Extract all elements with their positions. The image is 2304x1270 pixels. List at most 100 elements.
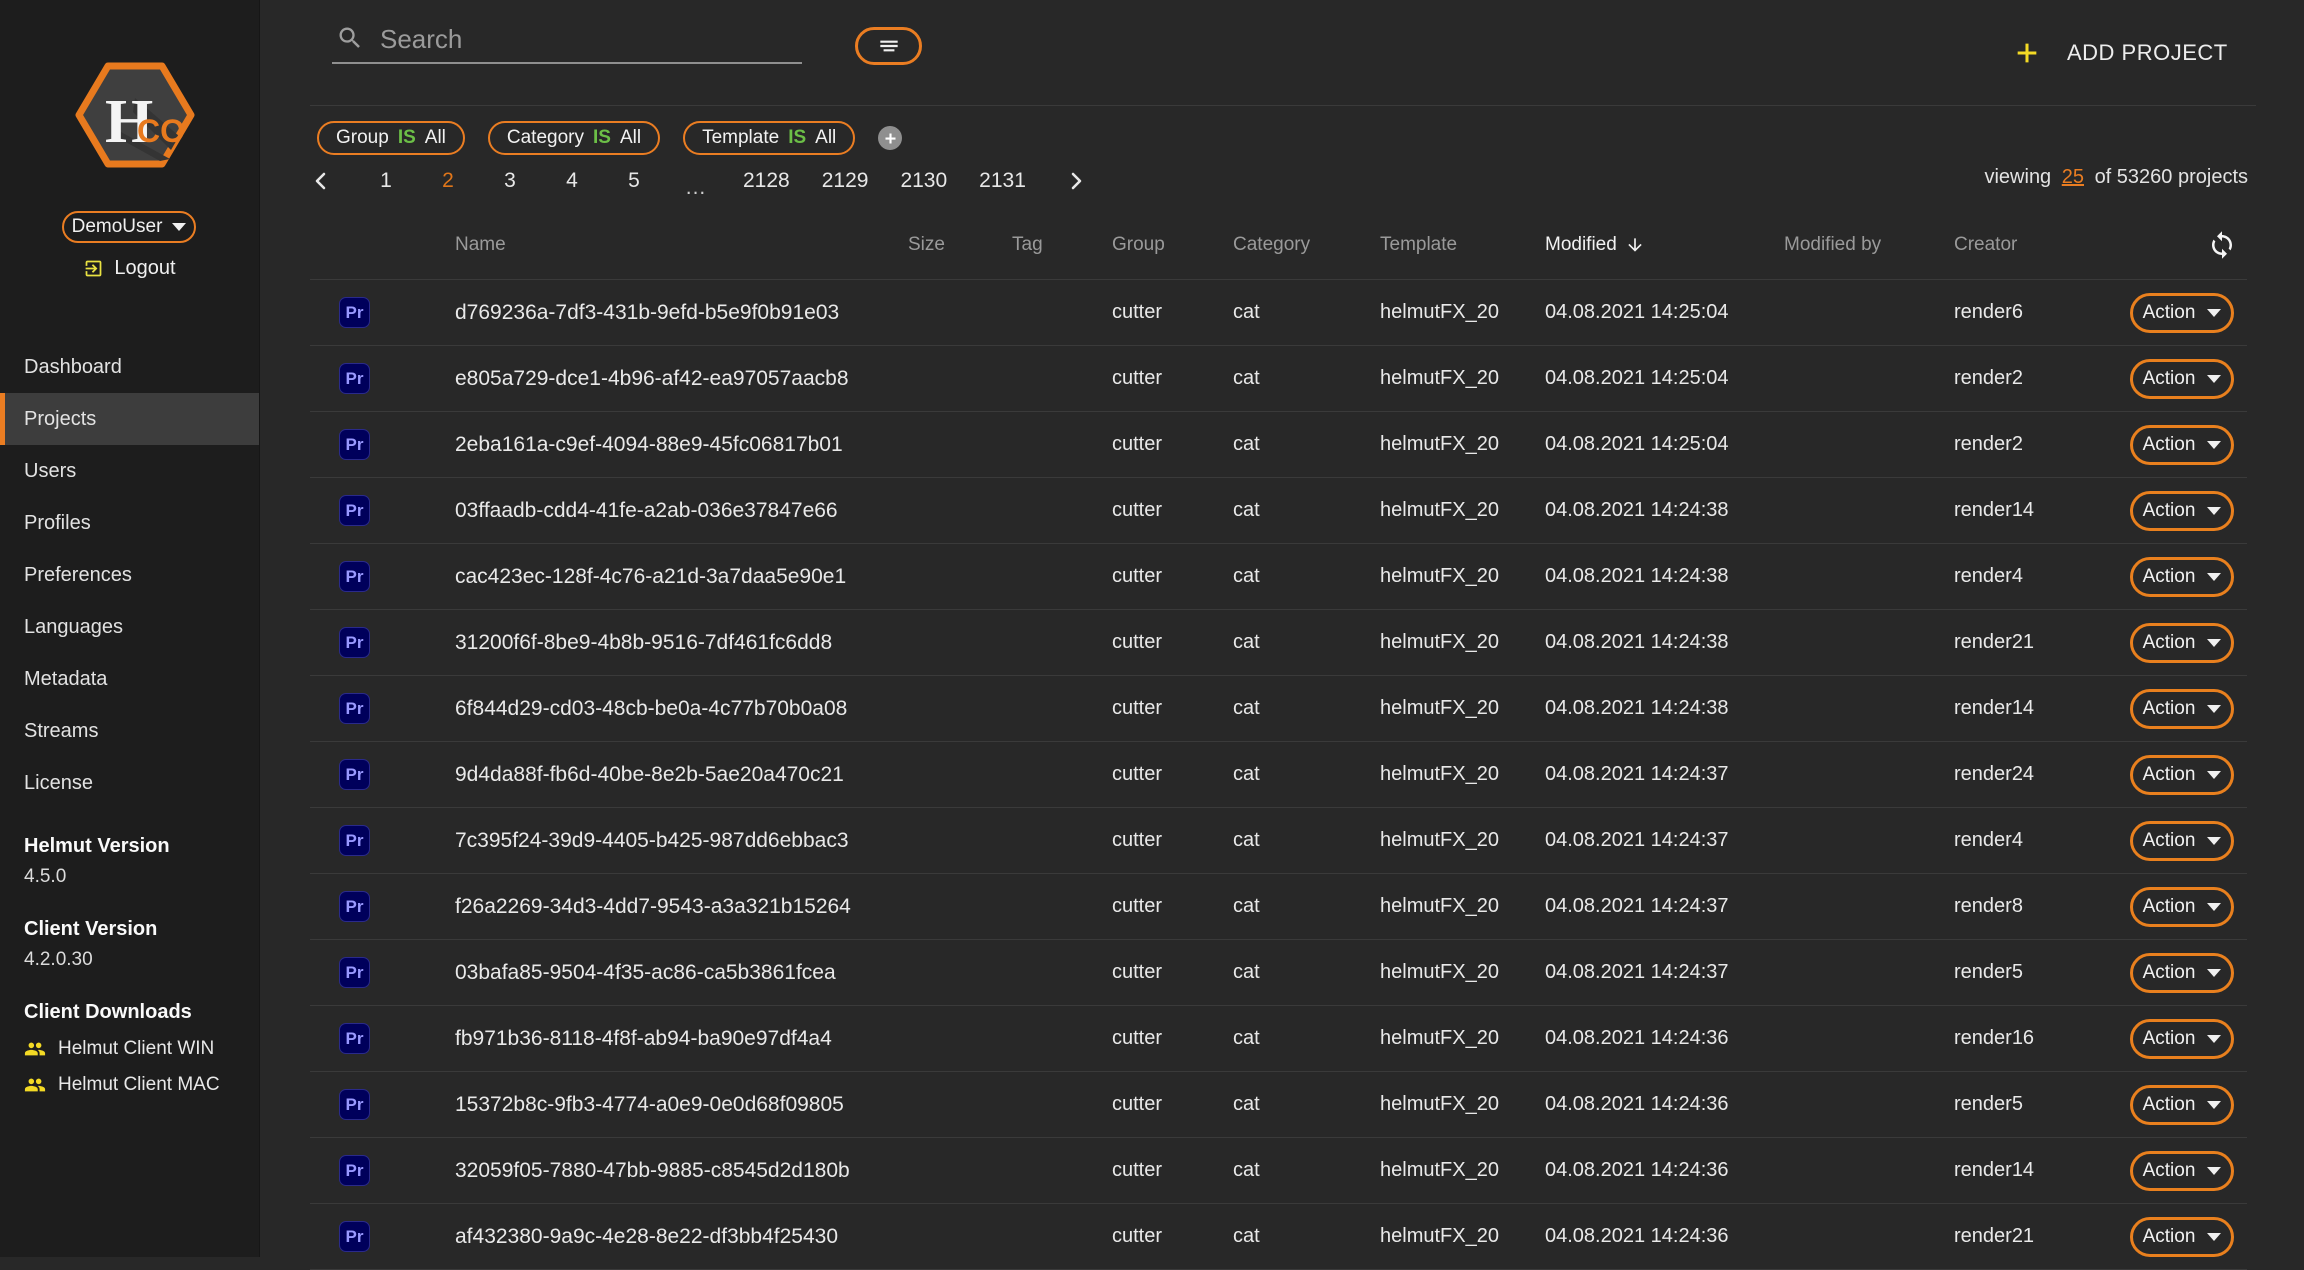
project-category-cell: cat	[1233, 1027, 1380, 1050]
add-project-button[interactable]: ADD PROJECT	[2013, 30, 2228, 76]
sidebar-nav-item[interactable]: Streams	[0, 705, 259, 757]
page-number[interactable]: 3	[487, 169, 533, 193]
project-category-cell: cat	[1233, 367, 1380, 390]
page-number[interactable]: 2130	[892, 169, 955, 193]
add-filter-button[interactable]	[878, 126, 902, 150]
action-button[interactable]: Action	[2130, 557, 2234, 597]
sidebar-nav-item[interactable]: Projects	[0, 393, 259, 445]
svg-text:CO: CO	[137, 113, 185, 149]
project-group-cell: cutter	[1112, 1093, 1233, 1116]
project-row[interactable]: Pr 2eba161a-c9ef-4094-88e9-45fc06817b01 …	[310, 412, 2247, 478]
page-number[interactable]: 2	[425, 169, 471, 193]
filter-chip[interactable]: Category IS All	[488, 121, 660, 155]
user-menu-button[interactable]: DemoUser	[62, 211, 196, 243]
project-category-cell: cat	[1233, 631, 1380, 654]
action-button[interactable]: Action	[2130, 1019, 2234, 1059]
chevron-down-icon	[2207, 1101, 2221, 1109]
action-button[interactable]: Action	[2130, 689, 2234, 729]
page-next-button[interactable]	[1060, 164, 1094, 198]
premiere-pr-label: Pr	[346, 1227, 364, 1247]
page-number[interactable]: 2129	[814, 169, 877, 193]
project-template-cell: helmutFX_20	[1380, 1225, 1545, 1248]
action-button[interactable]: Action	[2130, 623, 2234, 663]
action-button[interactable]: Action	[2130, 821, 2234, 861]
project-row[interactable]: Pr 03ffaadb-cdd4-41fe-a2ab-036e37847e66 …	[310, 478, 2247, 544]
refresh-button[interactable]	[2207, 230, 2237, 260]
sidebar-nav-item[interactable]: Preferences	[0, 549, 259, 601]
filter-chip[interactable]: Group IS All	[317, 121, 465, 155]
header-modified-by[interactable]: Modified by	[1784, 234, 1954, 256]
project-modified-cell: 04.08.2021 14:24:37	[1545, 895, 1784, 918]
add-project-label: ADD PROJECT	[2067, 40, 2228, 66]
action-button-label: Action	[2143, 500, 2196, 522]
project-template-cell: helmutFX_20	[1380, 829, 1545, 852]
sidebar-nav-item[interactable]: Metadata	[0, 653, 259, 705]
project-row[interactable]: Pr 9d4da88f-fb6d-40be-8e2b-5ae20a470c21 …	[310, 742, 2247, 808]
logout-button[interactable]: Logout	[0, 252, 259, 284]
action-button[interactable]: Action	[2130, 755, 2234, 795]
page-number[interactable]: 1	[363, 169, 409, 193]
people-icon	[24, 1038, 46, 1060]
sidebar-nav-item[interactable]: Profiles	[0, 497, 259, 549]
viewing-count-link[interactable]: 25	[2062, 166, 2084, 188]
project-name-cell: af432380-9a9c-4e28-8e22-df3bb4f25430	[455, 1225, 908, 1249]
project-type-cell: Pr	[310, 627, 455, 658]
project-template-cell: helmutFX_20	[1380, 565, 1545, 588]
sidebar-nav-item[interactable]: Dashboard	[0, 341, 259, 393]
project-action-cell: Action	[2130, 755, 2247, 795]
page-number[interactable]: 5	[611, 169, 657, 193]
action-button[interactable]: Action	[2130, 425, 2234, 465]
sidebar-nav-item[interactable]: License	[0, 757, 259, 809]
project-row[interactable]: Pr 31200f6f-8be9-4b8b-9516-7df461fc6dd8 …	[310, 610, 2247, 676]
project-creator-cell: render16	[1954, 1027, 2130, 1050]
header-group[interactable]: Group	[1112, 234, 1233, 256]
header-tag[interactable]: Tag	[1012, 234, 1112, 256]
project-row[interactable]: Pr 32059f05-7880-47bb-9885-c8545d2d180b …	[310, 1138, 2247, 1204]
action-button[interactable]: Action	[2130, 293, 2234, 333]
project-group-cell: cutter	[1112, 301, 1233, 324]
page-number[interactable]: 4	[549, 169, 595, 193]
filter-toggle-button[interactable]	[855, 27, 922, 65]
project-row[interactable]: Pr 03bafa85-9504-4f35-ac86-ca5b3861fcea …	[310, 940, 2247, 1006]
action-button-label: Action	[2143, 1160, 2196, 1182]
client-download-link[interactable]: Helmut Client MAC	[24, 1074, 244, 1096]
chevron-down-icon	[2207, 639, 2221, 647]
project-row[interactable]: Pr e805a729-dce1-4b96-af42-ea97057aacb8 …	[310, 346, 2247, 412]
sidebar-nav-item-label: License	[24, 772, 93, 795]
page-prev-button[interactable]	[303, 164, 337, 198]
action-button[interactable]: Action	[2130, 359, 2234, 399]
project-group-cell: cutter	[1112, 565, 1233, 588]
header-template[interactable]: Template	[1380, 234, 1545, 256]
filter-chip-field: Category	[507, 127, 584, 149]
action-button[interactable]: Action	[2130, 1151, 2234, 1191]
project-row[interactable]: Pr f26a2269-34d3-4dd7-9543-a3a321b15264 …	[310, 874, 2247, 940]
sidebar-nav-item[interactable]: Users	[0, 445, 259, 497]
project-row[interactable]: Pr cac423ec-128f-4c76-a21d-3a7daa5e90e1 …	[310, 544, 2247, 610]
project-row[interactable]: Pr 7c395f24-39d9-4405-b425-987dd6ebbac3 …	[310, 808, 2247, 874]
page-number[interactable]: 2128	[735, 169, 798, 193]
header-modified[interactable]: Modified	[1545, 234, 1784, 256]
project-row[interactable]: Pr af432380-9a9c-4e28-8e22-df3bb4f25430 …	[310, 1204, 2247, 1270]
project-row[interactable]: Pr d769236a-7df3-431b-9efd-b5e9f0b91e03 …	[310, 280, 2247, 346]
search-input[interactable]	[378, 18, 802, 60]
action-button[interactable]: Action	[2130, 1217, 2234, 1257]
premiere-pr-badge: Pr	[339, 759, 370, 790]
filter-chip[interactable]: Template IS All	[683, 121, 855, 155]
header-creator[interactable]: Creator	[1954, 234, 2130, 256]
project-row[interactable]: Pr fb971b36-8118-4f8f-ab94-ba90e97df4a4 …	[310, 1006, 2247, 1072]
header-category[interactable]: Category	[1233, 234, 1380, 256]
viewing-summary: viewing 25 of 53260 projects	[1984, 166, 2248, 189]
header-name[interactable]: Name	[455, 234, 908, 256]
action-button[interactable]: Action	[2130, 491, 2234, 531]
action-button[interactable]: Action	[2130, 1085, 2234, 1125]
action-button[interactable]: Action	[2130, 887, 2234, 927]
project-name-cell: 03ffaadb-cdd4-41fe-a2ab-036e37847e66	[455, 499, 908, 523]
project-row[interactable]: Pr 15372b8c-9fb3-4774-a0e9-0e0d68f09805 …	[310, 1072, 2247, 1138]
client-download-link[interactable]: Helmut Client WIN	[24, 1038, 244, 1060]
action-button[interactable]: Action	[2130, 953, 2234, 993]
project-row[interactable]: Pr 6f844d29-cd03-48cb-be0a-4c77b70b0a08 …	[310, 676, 2247, 742]
sidebar-nav-item[interactable]: Languages	[0, 601, 259, 653]
header-size[interactable]: Size	[908, 234, 1012, 256]
page-number[interactable]: 2131	[971, 169, 1034, 193]
project-action-cell: Action	[2130, 359, 2247, 399]
